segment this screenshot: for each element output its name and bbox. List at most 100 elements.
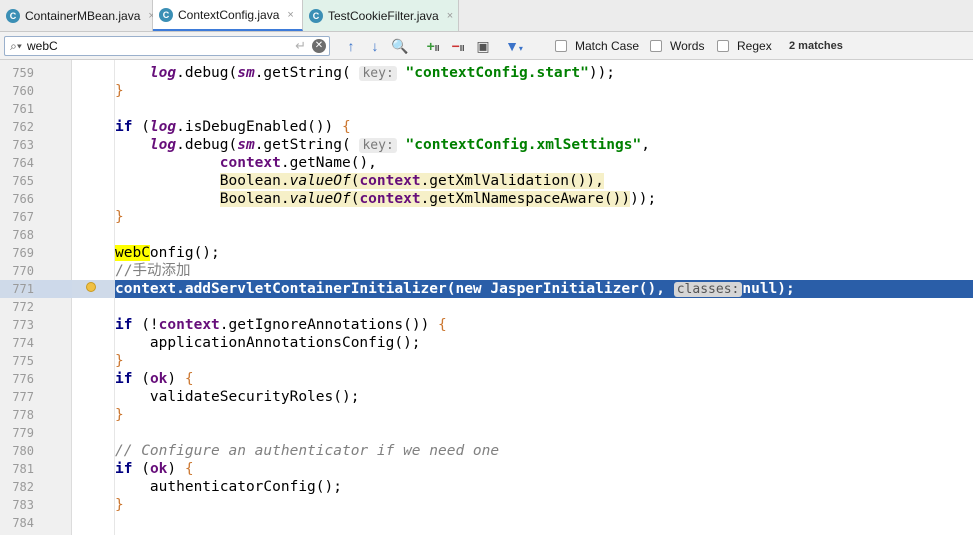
- code-text[interactable]: }: [115, 208, 124, 226]
- code-line[interactable]: 766 Boolean.valueOf(context.getXmlNamesp…: [0, 190, 973, 208]
- match-count: 2 matches: [789, 40, 843, 52]
- regex-checkbox[interactable]: [717, 40, 729, 52]
- match-case-option[interactable]: Match Case: [555, 39, 639, 53]
- code-line[interactable]: 772: [0, 298, 973, 316]
- line-number: 783: [12, 498, 34, 512]
- previous-occurrence-icon[interactable]: ↑: [344, 37, 358, 55]
- tab-contextconfig[interactable]: C ContextConfig.java ×: [153, 0, 303, 31]
- code-text[interactable]: if (log.isDebugEnabled()) {: [115, 118, 351, 136]
- newline-icon[interactable]: ↵: [295, 38, 306, 54]
- code-line[interactable]: 783 }: [0, 496, 973, 514]
- tab-label: ContextConfig.java: [178, 7, 280, 22]
- code-text[interactable]: }: [115, 82, 124, 100]
- parameter-hint: key:: [359, 138, 397, 153]
- line-number: 779: [12, 426, 34, 440]
- search-match-highlight: webC: [115, 245, 150, 261]
- line-number: 763: [12, 138, 34, 152]
- code-line[interactable]: 768: [0, 226, 973, 244]
- line-number: 770: [12, 264, 34, 278]
- java-class-icon: C: [159, 7, 173, 22]
- line-number: 765: [12, 174, 34, 188]
- code-line[interactable]: 764 context.getName(),: [0, 154, 973, 172]
- code-text[interactable]: // Configure an authenticator if we need…: [115, 442, 499, 460]
- words-option[interactable]: Words: [650, 39, 704, 53]
- line-number: 767: [12, 210, 34, 224]
- code-line[interactable]: 762 if (log.isDebugEnabled()) {: [0, 118, 973, 136]
- filter-icon[interactable]: ▼▾: [505, 37, 523, 55]
- code-text[interactable]: }: [115, 352, 124, 370]
- regex-option[interactable]: Regex: [717, 39, 772, 53]
- code-text[interactable]: if (ok) {: [115, 460, 194, 478]
- code-line[interactable]: 769 webConfig();: [0, 244, 973, 262]
- search-input[interactable]: webC: [27, 39, 295, 53]
- code-text[interactable]: log.debug(sm.getString( key: "contextCon…: [115, 64, 615, 82]
- code-text[interactable]: }: [115, 496, 124, 514]
- java-class-icon: C: [6, 8, 20, 23]
- line-number: 782: [12, 480, 34, 494]
- line-number: 775: [12, 354, 34, 368]
- code-line[interactable]: 779: [0, 424, 973, 442]
- code-text[interactable]: Boolean.valueOf(context.getXmlValidation…: [115, 172, 604, 190]
- code-line[interactable]: 767 }: [0, 208, 973, 226]
- code-text[interactable]: Boolean.valueOf(context.getXmlNamespaceA…: [115, 190, 656, 208]
- code-text[interactable]: webConfig();: [115, 244, 220, 262]
- code-text[interactable]: context.addServletContainerInitializer(n…: [115, 280, 973, 298]
- lightbulb-icon[interactable]: [86, 282, 96, 292]
- code-text[interactable]: validateSecurityRoles();: [115, 388, 360, 406]
- select-all-occurrences-icon[interactable]: ▣: [474, 37, 492, 55]
- code-line[interactable]: 765 Boolean.valueOf(context.getXmlValida…: [0, 172, 973, 190]
- remove-selection-icon[interactable]: −II: [449, 37, 467, 55]
- code-text[interactable]: if (ok) {: [115, 370, 194, 388]
- clear-icon[interactable]: ✕: [312, 39, 326, 53]
- close-icon[interactable]: ×: [447, 10, 453, 22]
- code-line[interactable]: 773 if (!context.getIgnoreAnnotations())…: [0, 316, 973, 334]
- code-text[interactable]: log.debug(sm.getString( key: "contextCon…: [115, 136, 650, 154]
- code-line[interactable]: 777 validateSecurityRoles();: [0, 388, 973, 406]
- code-line[interactable]: 760 }: [0, 82, 973, 100]
- code-line[interactable]: 778 }: [0, 406, 973, 424]
- code-text[interactable]: //手动添加: [115, 262, 190, 280]
- words-checkbox[interactable]: [650, 40, 662, 52]
- code-text[interactable]: applicationAnnotationsConfig();: [115, 334, 421, 352]
- line-number: 771: [0, 280, 34, 298]
- code-line[interactable]: 759 log.debug(sm.getString( key: "contex…: [0, 64, 973, 82]
- line-number: 760: [12, 84, 34, 98]
- line-number: 781: [12, 462, 34, 476]
- close-icon[interactable]: ×: [287, 9, 293, 21]
- code-line[interactable]: 782 authenticatorConfig();: [0, 478, 973, 496]
- next-occurrence-icon[interactable]: ↓: [368, 37, 382, 55]
- line-number: 772: [12, 300, 34, 314]
- code-text[interactable]: authenticatorConfig();: [115, 478, 342, 496]
- find-in-path-icon[interactable]: 🔍: [391, 37, 409, 55]
- search-field[interactable]: ⌕▾ webC ↵ ✕: [4, 36, 330, 56]
- code-line[interactable]: 775 }: [0, 352, 973, 370]
- code-line[interactable]: 781 if (ok) {: [0, 460, 973, 478]
- selected-code-line[interactable]: 771 context.addServletContainerInitializ…: [0, 280, 973, 298]
- regex-label: Regex: [737, 39, 772, 53]
- code-text[interactable]: }: [115, 406, 124, 424]
- tab-containermbean[interactable]: C ContainerMBean.java ×: [0, 0, 155, 31]
- add-selection-icon[interactable]: +II: [424, 37, 442, 55]
- code-line[interactable]: 763 log.debug(sm.getString( key: "contex…: [0, 136, 973, 154]
- line-number: 769: [12, 246, 34, 260]
- parameter-hint: classes:: [673, 282, 743, 297]
- search-icon[interactable]: ⌕▾: [5, 39, 27, 54]
- line-number: 776: [12, 372, 34, 386]
- line-number: 762: [12, 120, 34, 134]
- code-line[interactable]: 776 if (ok) {: [0, 370, 973, 388]
- line-number: 759: [12, 66, 34, 80]
- tab-label: ContainerMBean.java: [25, 8, 141, 23]
- line-number: 773: [12, 318, 34, 332]
- code-line[interactable]: 770 //手动添加: [0, 262, 973, 280]
- tab-testcookiefilter[interactable]: C TestCookieFilter.java ×: [303, 0, 459, 31]
- code-editor[interactable]: 759 log.debug(sm.getString( key: "contex…: [0, 60, 973, 535]
- match-case-checkbox[interactable]: [555, 40, 567, 52]
- code-line[interactable]: 761: [0, 100, 973, 118]
- code-text[interactable]: if (!context.getIgnoreAnnotations()) {: [115, 316, 447, 334]
- code-line[interactable]: 780 // Configure an authenticator if we …: [0, 442, 973, 460]
- code-text[interactable]: context.getName(),: [115, 154, 377, 172]
- code-line[interactable]: 774 applicationAnnotationsConfig();: [0, 334, 973, 352]
- line-number: 774: [12, 336, 34, 350]
- code-line[interactable]: 784: [0, 514, 973, 532]
- find-toolbar: ⌕▾ webC ↵ ✕ ↑ ↓ 🔍 +II −II ▣ ▼▾ Match Cas…: [0, 32, 973, 60]
